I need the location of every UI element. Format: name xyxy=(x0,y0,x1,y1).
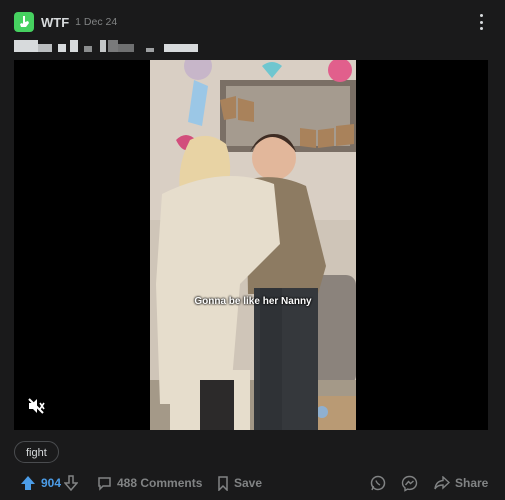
post-date: 1 Dec 24 xyxy=(75,16,118,28)
more-options-button[interactable] xyxy=(477,14,485,30)
hand-icon xyxy=(20,16,29,27)
upvote-button[interactable]: 904 xyxy=(20,472,61,494)
action-bar: 904 488 Comments Save Share xyxy=(0,472,505,494)
media-container[interactable]: Gonna be like her Nanny xyxy=(14,60,488,430)
share-label: Share xyxy=(455,476,489,490)
comments-button[interactable]: 488 Comments xyxy=(97,472,202,494)
video-scene xyxy=(150,60,356,430)
mute-button[interactable] xyxy=(26,396,46,416)
downvote-arrow-icon xyxy=(64,475,78,491)
share-button[interactable]: Share xyxy=(434,472,488,494)
comment-icon xyxy=(98,476,111,491)
flair-tag[interactable]: fight xyxy=(14,441,59,463)
group-name[interactable]: WTF xyxy=(41,15,69,30)
comments-label: 488 Comments xyxy=(117,476,203,490)
post-header: WTF 1 Dec 24 xyxy=(14,12,117,32)
save-label: Save xyxy=(234,476,263,490)
whatsapp-icon xyxy=(370,475,386,491)
upvote-count: 904 xyxy=(41,476,62,490)
whatsapp-share-button[interactable] xyxy=(370,472,386,494)
bookmark-icon xyxy=(218,475,228,491)
share-arrow-icon xyxy=(434,476,450,490)
upvote-arrow-icon xyxy=(21,476,35,490)
post-title-censored xyxy=(14,38,204,54)
messenger-share-button[interactable] xyxy=(401,472,418,494)
downvote-button[interactable] xyxy=(64,472,78,494)
group-avatar[interactable] xyxy=(14,12,34,32)
video-frame[interactable]: Gonna be like her Nanny xyxy=(150,60,356,430)
save-button[interactable]: Save xyxy=(217,472,262,494)
speaker-muted-icon xyxy=(28,398,45,414)
video-caption: Gonna be like her Nanny xyxy=(194,296,312,307)
messenger-icon xyxy=(401,475,418,492)
